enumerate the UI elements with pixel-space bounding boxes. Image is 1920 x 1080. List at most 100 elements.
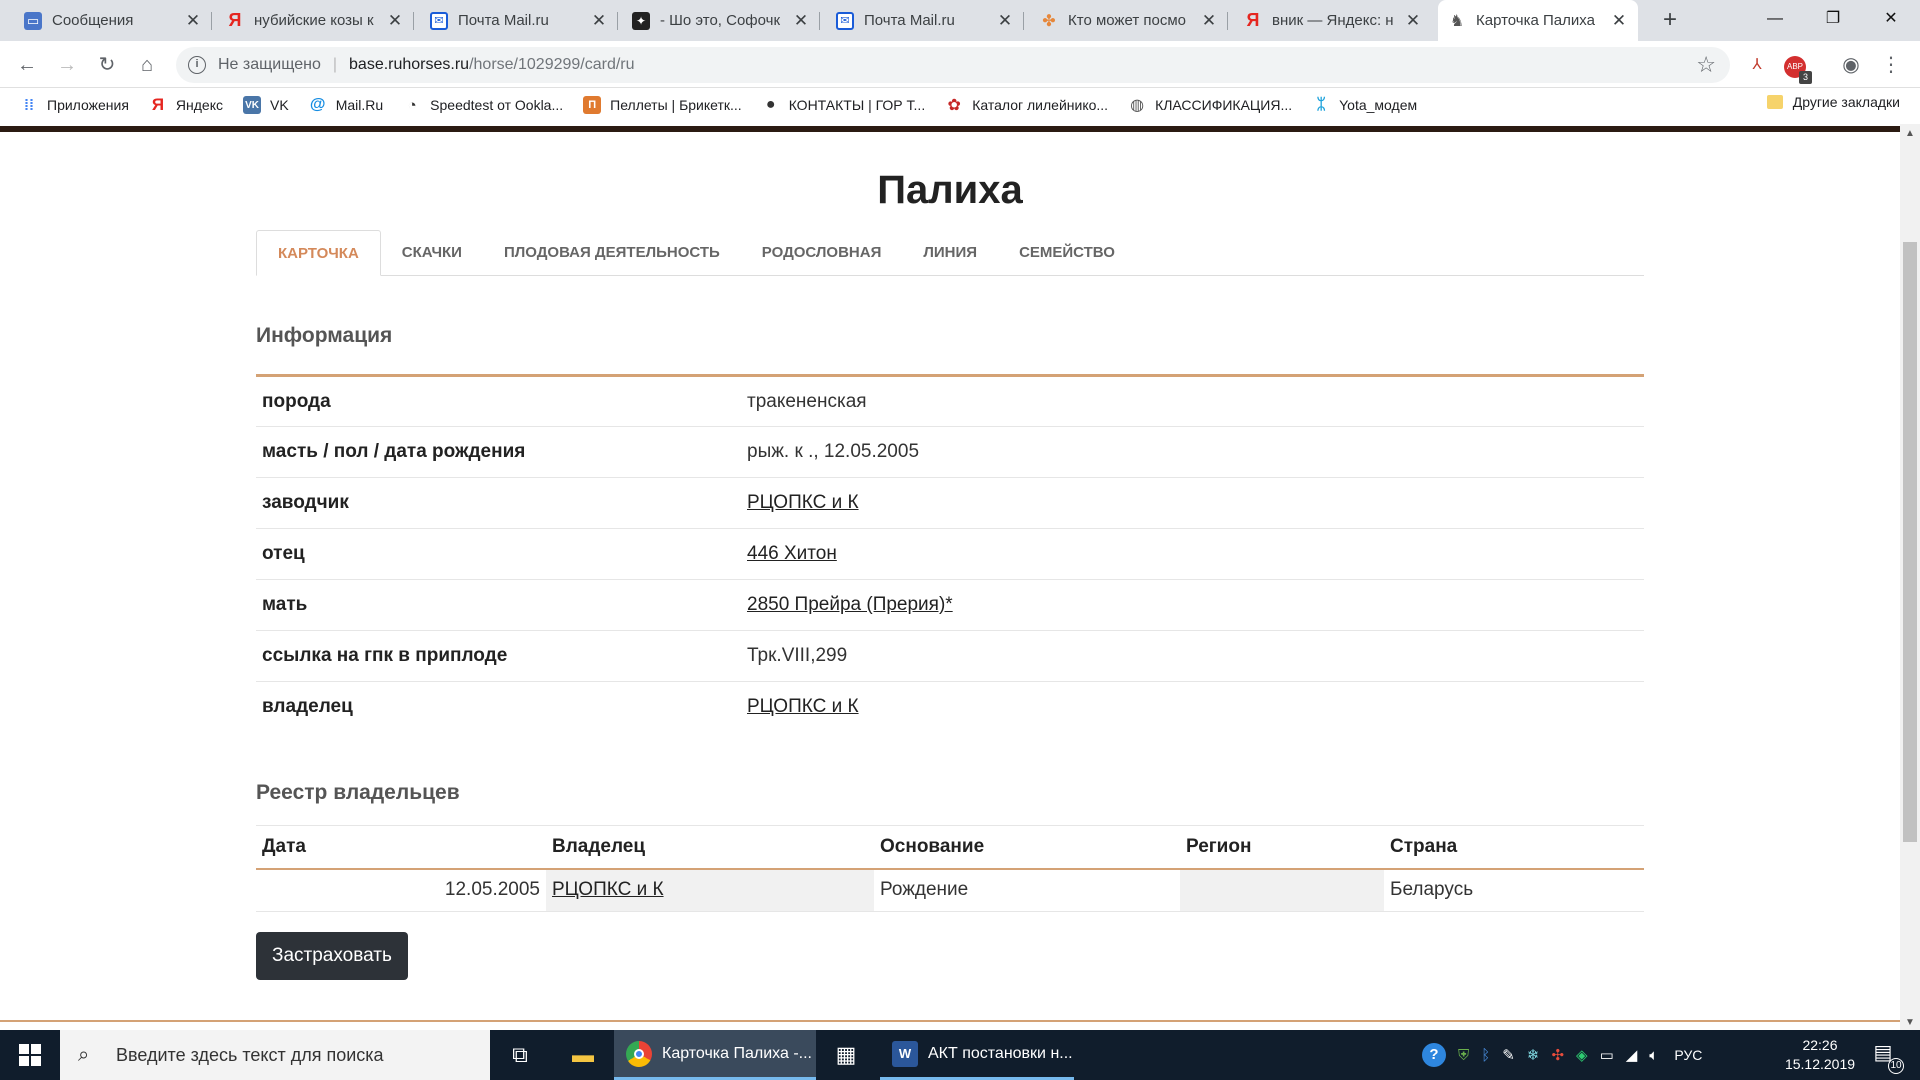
bookmark-item[interactable]: ✿ Каталог лилейнико... <box>945 96 1109 114</box>
table-row: порода тракененская <box>256 375 1644 427</box>
close-icon[interactable]: ✕ <box>996 11 1014 31</box>
bookmark-item[interactable]: Я Яндекс <box>149 95 223 114</box>
window-close-button[interactable]: ✕ <box>1862 0 1920 38</box>
browser-tab[interactable]: ✉ Почта Mail.ru ✕ <box>420 0 618 41</box>
taskbar-search[interactable]: ⌕ Введите здесь текст для поиска <box>60 1030 490 1080</box>
breeder-link[interactable]: РЦОПКС и К <box>747 492 859 513</box>
close-icon[interactable]: ✕ <box>792 11 810 31</box>
bookmark-item[interactable]: ● КОНТАКТЫ | ГОР Т... <box>762 96 925 114</box>
restore-button[interactable]: ❐ <box>1804 0 1862 38</box>
close-icon[interactable]: ✕ <box>184 11 202 31</box>
owner-link[interactable]: РЦОПКС и К <box>747 696 859 717</box>
tab-card[interactable]: КАРТОЧКА <box>256 230 381 276</box>
language-indicator[interactable]: РУС <box>1674 1047 1702 1063</box>
url-host: base.ruhorses.ru <box>349 56 470 73</box>
other-bookmarks[interactable]: Другие закладки <box>1766 94 1900 110</box>
clock-date: 15.12.2019 <box>1784 1056 1856 1072</box>
info-key: порода <box>256 375 741 427</box>
browser-toolbar: ← → ↻ ⌂ i Не защищено | base.ruhorses.ru… <box>0 41 1920 88</box>
taskbar-app-word[interactable]: W АКТ постановки н... <box>880 1030 1074 1080</box>
tab-line[interactable]: ЛИНИЯ <box>902 230 998 275</box>
scroll-down-icon[interactable]: ▼ <box>1905 1017 1915 1028</box>
reload-icon[interactable]: ↻ <box>92 50 122 80</box>
bookmark-item[interactable]: ◍ КЛАССИФИКАЦИЯ... <box>1128 96 1292 114</box>
yandex-icon: Я <box>151 95 165 114</box>
volume-icon[interactable]: 🔈︎ <box>1649 1047 1658 1064</box>
page-scrollbar[interactable]: ▲ ▼ <box>1900 124 1920 1030</box>
scroll-up-icon[interactable]: ▲ <box>1905 128 1915 139</box>
close-icon[interactable]: ✕ <box>590 11 608 31</box>
close-icon[interactable]: ✕ <box>1200 11 1218 31</box>
tab-title: нубийские козы к <box>254 12 374 29</box>
browser-tab[interactable]: ✤ Кто может посмо ✕ <box>1030 0 1228 41</box>
tab-family[interactable]: СЕМЕЙСТВО <box>998 230 1136 275</box>
shield-icon[interactable]: ⛨ <box>1458 1047 1469 1064</box>
close-icon[interactable]: ✕ <box>1610 11 1628 31</box>
info-key: владелец <box>262 696 353 718</box>
menu-icon[interactable]: ⋮ <box>1878 52 1904 78</box>
forward-icon[interactable]: → <box>52 50 82 80</box>
home-icon[interactable]: ⌂ <box>132 50 162 80</box>
adblock-extension-icon[interactable]: ABP 3 <box>1782 52 1812 84</box>
help-icon[interactable]: ? <box>1422 1043 1446 1067</box>
windows-taskbar: ⌕ Введите здесь текст для поиска ⧉ ▬ Кар… <box>0 1030 1920 1080</box>
bookmarks-bar: ⁞⁞ Приложения Я Яндекс VK VK @ Mail.Ru ◔… <box>0 88 1920 122</box>
calculator-icon[interactable]: ▦ <box>816 1030 876 1080</box>
url-path: /horse/1029299/card/ru <box>469 56 635 73</box>
close-icon[interactable]: ✕ <box>386 11 404 31</box>
tab-pedigree[interactable]: РОДОСЛОВНАЯ <box>741 230 903 275</box>
snowflake-icon[interactable]: ❄ <box>1527 1046 1540 1064</box>
taskbar-clock[interactable]: 22:26 15.12.2019 <box>1770 1036 1870 1074</box>
notification-center-icon[interactable]: ▤ 10 <box>1868 1040 1904 1074</box>
dark-app-icon: ✦ <box>632 11 650 30</box>
browser-tab-active[interactable]: ♞ Карточка Палиха ✕ <box>1438 0 1638 41</box>
browser-tab[interactable]: ✉ Почта Mail.ru ✕ <box>826 0 1024 41</box>
insure-button[interactable]: Застраховать <box>256 931 408 980</box>
orange-icon: ✤ <box>1042 12 1056 30</box>
browser-tab[interactable]: Я нубийские козы к ✕ <box>216 0 414 41</box>
bookmark-item[interactable]: П Пеллеты | Брикетк... <box>583 96 742 114</box>
back-icon[interactable]: ← <box>12 50 42 80</box>
table-row: отец 446 Хитон <box>256 528 1644 580</box>
browser-tab[interactable]: ▭ Сообщения ✕ <box>14 0 212 41</box>
bookmark-item[interactable]: ᛯ Yota_модем <box>1312 96 1417 114</box>
info-icon[interactable]: i <box>188 56 206 74</box>
new-tab-button[interactable]: + <box>1656 6 1684 34</box>
bookmark-item[interactable]: @ Mail.Ru <box>309 96 383 114</box>
bluetooth-icon[interactable]: ᛒ <box>1481 1047 1490 1064</box>
info-key: масть / пол / дата рождения <box>256 426 741 478</box>
antivirus-icon[interactable]: ◈ <box>1576 1046 1588 1064</box>
pdf-extension-icon[interactable]: ⅄ <box>1744 52 1770 78</box>
registry-date: 12.05.2005 <box>256 869 546 912</box>
registry-owner-link[interactable]: РЦОПКС и К <box>552 879 664 900</box>
tab-races[interactable]: СКАЧКИ <box>381 230 483 275</box>
windows-logo-icon <box>19 1044 41 1066</box>
scrollbar-thumb[interactable] <box>1903 242 1917 842</box>
browser-tab[interactable]: ✦ - Шо это, Софочк ✕ <box>622 0 820 41</box>
address-bar[interactable]: i Не защищено | base.ruhorses.ru /horse/… <box>176 47 1730 83</box>
pen-icon[interactable]: ✎ <box>1502 1046 1515 1064</box>
sire-link[interactable]: 446 Хитон <box>747 543 837 564</box>
task-view-icon[interactable]: ⧉ <box>490 1030 550 1080</box>
start-button[interactable] <box>0 1030 60 1080</box>
file-explorer-icon[interactable]: ▬ <box>553 1030 613 1080</box>
bookmark-item[interactable]: VK VK <box>243 96 289 114</box>
tab-breeding[interactable]: ПЛОДОВАЯ ДЕЯТЕЛЬНОСТЬ <box>483 230 741 275</box>
tab-title: - Шо это, Софочк <box>660 12 781 29</box>
bookmark-item[interactable]: ⁞⁞ Приложения <box>20 96 129 114</box>
search-placeholder: Введите здесь текст для поиска <box>116 1044 384 1065</box>
account-icon[interactable]: ◉ <box>1838 52 1864 78</box>
bookmark-item[interactable]: ◔ Speedtest от Ookla... <box>403 96 564 114</box>
network-icon[interactable]: ◢ <box>1626 1046 1638 1064</box>
page-title: Палиха <box>877 168 1023 212</box>
bookmark-star-icon[interactable]: ☆ <box>1696 52 1716 78</box>
dam-link[interactable]: 2850 Прейра (Прерия)* <box>747 594 953 615</box>
minimize-button[interactable]: — <box>1746 0 1804 38</box>
taskbar-app-chrome[interactable]: Карточка Палиха -... <box>614 1030 816 1080</box>
info-key: отец <box>256 528 741 580</box>
page-bottom-border <box>0 1020 1900 1022</box>
battery-icon[interactable]: ▭ <box>1600 1046 1614 1064</box>
close-icon[interactable]: ✕ <box>1404 11 1422 31</box>
app-tray-icon[interactable]: ✣ <box>1551 1046 1564 1064</box>
browser-tab[interactable]: Я вник — Яндекс: н ✕ <box>1234 0 1432 41</box>
